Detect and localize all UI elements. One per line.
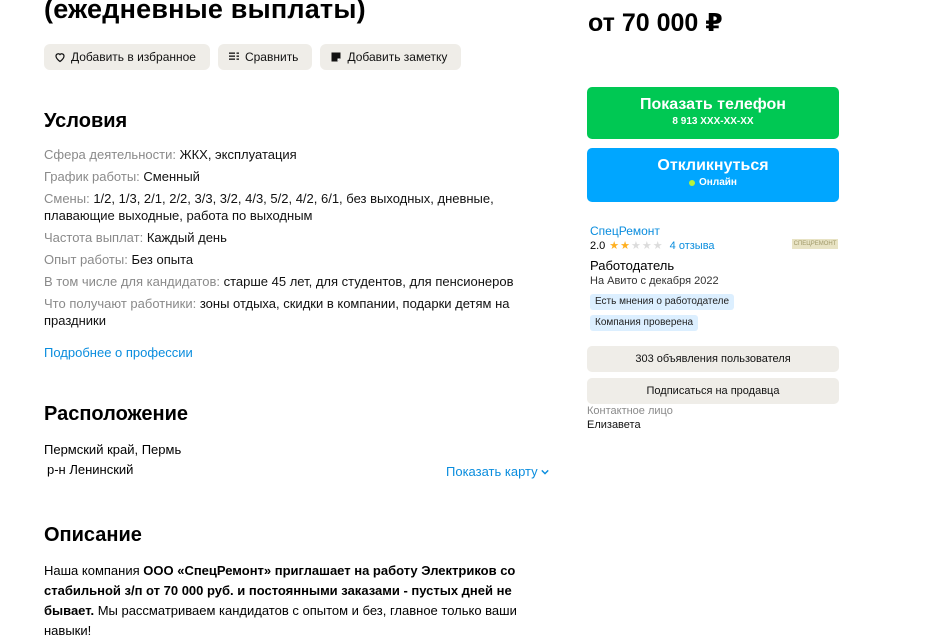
show-phone-button[interactable]: Показать телефон 8 913 XXX-XX-XX [587,87,839,139]
condition-key: Смены: [44,191,90,206]
subscribe-seller-button[interactable]: Подписаться на продавца [587,378,839,404]
contact-person-label: Контактное лицо [587,405,673,417]
description-text: Наша компания ООО «СпецРемонт» приглашае… [44,561,534,641]
condition-value: 1/2, 1/3, 2/1, 2/2, 3/3, 3/2, 4/3, 5/2, … [44,191,494,223]
online-status: Онлайн [587,177,839,188]
heart-icon [55,53,65,63]
chevron-down-icon [540,469,549,475]
star-icon: ★ [652,239,663,252]
show-phone-label: Показать телефон [640,96,786,113]
online-dot-icon [689,179,696,186]
add-note-label: Добавить заметку [347,50,448,64]
description-part: Наша компания [44,563,144,578]
location-address: Пермский край, Пермь [44,442,182,457]
star-icon: ★ [641,239,652,252]
condition-value: Каждый день [146,230,227,245]
condition-row: Сфера деятельности: ЖКХ, эксплуатация [44,146,534,163]
star-icon: ★ [609,239,620,252]
star-icon: ★ [631,239,641,252]
conditions-list: Сфера деятельности: ЖКХ, эксплуатация Гр… [44,146,534,334]
condition-value: ЖКХ, эксплуатация [179,147,297,162]
note-icon [331,52,341,62]
condition-value: Без опыта [131,252,194,267]
condition-row: Опыт работы: Без опыта [44,251,534,268]
profession-details-link[interactable]: Подробнее о профессии [44,345,193,360]
condition-key: В том числе для кандидатов: [44,274,220,289]
condition-key: Опыт работы: [44,252,128,267]
seller-since: На Авито с декабря 2022 [590,275,719,287]
seller-logo[interactable]: СПЕЦРЕМОНТ [792,239,838,249]
show-map-link[interactable]: Показать карту [446,464,549,479]
phone-mask: 8 913 XXX-XX-XX [672,116,754,127]
user-ads-button[interactable]: 303 объявления пользователя [587,346,839,372]
condition-key: Что получают работники: [44,296,197,311]
compare-button[interactable]: Сравнить [217,44,313,70]
badge-verified[interactable]: Компания проверена [590,315,699,331]
condition-row: Смены: 1/2, 1/3, 2/1, 2/2, 3/3, 3/2, 4/3… [44,190,534,224]
price: от 70 000 ₽ [588,9,723,37]
condition-value: старше 45 лет, для студентов, для пенсио… [223,274,514,289]
reviews-link[interactable]: 4 отзыва [670,240,715,252]
add-favorite-button[interactable]: Добавить в избранное [44,44,210,70]
condition-key: Частота выплат: [44,230,144,245]
contact-person-name: Елизавета [587,419,641,431]
seller-name-link[interactable]: СпецРемонт [590,224,660,238]
rating-value: 2.0 [590,240,606,252]
respond-label: Откликнуться [657,157,769,174]
respond-button[interactable]: Откликнуться Онлайн [587,148,839,202]
condition-row: Частота выплат: Каждый день [44,229,534,246]
seller-rating: 2.0 ★ ★ ★ ★ ★ 4 отзыва [590,240,715,252]
location-heading: Расположение [44,403,189,425]
description-part: Мы рассматриваем кандидатов с опытом и б… [44,603,517,638]
rating-stars: ★ ★ ★ ★ ★ [609,239,663,252]
show-map-label: Показать карту [446,464,538,479]
add-note-button[interactable]: Добавить заметку [320,44,462,70]
description-heading: Описание [44,524,142,546]
location-district: р-н Ленинский [47,462,134,477]
online-label: Онлайн [699,177,737,188]
listing-title: (ежедневные выплаты) [44,0,366,24]
condition-row: График работы: Сменный [44,168,534,185]
condition-key: График работы: [44,169,140,184]
add-favorite-label: Добавить в избранное [71,50,196,64]
star-icon: ★ [620,239,631,252]
listing-actions: Добавить в избранное Сравнить Добавить з… [44,44,462,70]
compare-icon [228,52,239,60]
condition-row: Что получают работники: зоны отдыха, ски… [44,295,534,329]
condition-row: В том числе для кандидатов: старше 45 ле… [44,273,534,290]
compare-label: Сравнить [244,50,299,64]
badge-opinions[interactable]: Есть мнения о работодателе [590,294,734,310]
seller-role: Работодатель [590,258,675,273]
condition-key: Сфера деятельности: [44,147,176,162]
conditions-heading: Условия [44,110,128,132]
condition-value: Сменный [143,169,200,184]
